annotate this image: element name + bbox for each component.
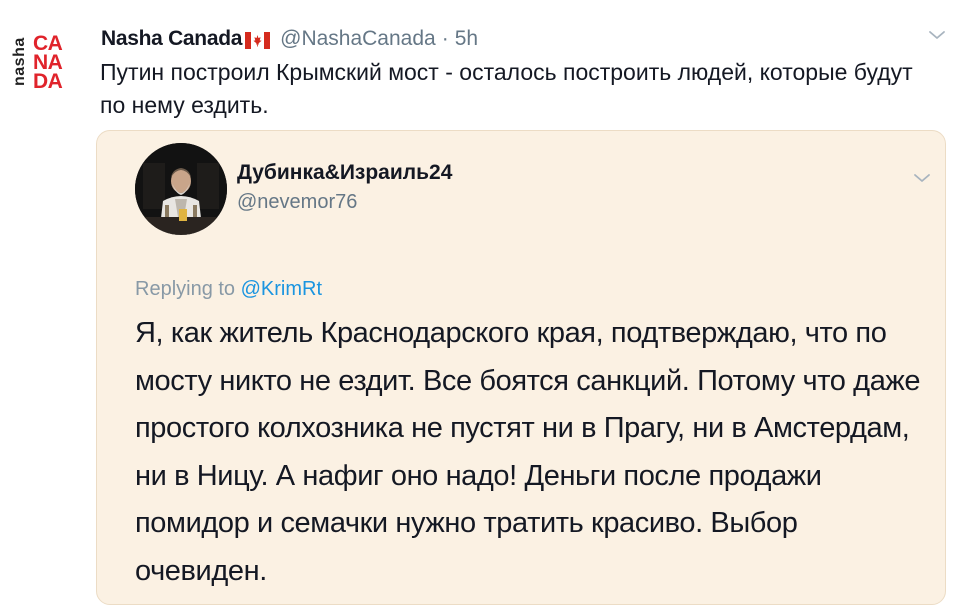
replying-to-line: Replying to @KrimRt [135, 278, 322, 301]
chevron-down-icon[interactable] [913, 171, 931, 185]
quoted-author-avatar[interactable] [135, 143, 227, 235]
replying-prefix: Replying to [135, 278, 236, 300]
logo-nasha-text: nasha [11, 37, 28, 87]
author-handle[interactable]: @NashaCanada [280, 27, 436, 51]
quoted-author-name[interactable]: Дубинка&Израиль24 [237, 161, 452, 185]
author-avatar-logo[interactable]: nasha CA NA DA [10, 30, 74, 94]
quoted-tweet-card[interactable]: Дубинка&Израиль24 @nevemor76 Replying to… [96, 130, 946, 605]
quoted-author-handle[interactable]: @nevemor76 [237, 191, 357, 214]
tweet-timestamp[interactable]: 5h [455, 27, 478, 51]
author-name[interactable]: Nasha Canada [101, 27, 242, 51]
canada-flag-icon [245, 31, 271, 49]
chevron-down-icon[interactable] [928, 28, 946, 42]
quoted-tweet-text: Я, как житель Краснодарского края, подтв… [135, 317, 921, 587]
replying-to-link[interactable]: @KrimRt [241, 278, 322, 300]
tweet-text: Путин построил Крымский мост - осталось … [100, 59, 913, 118]
separator-dot: · [441, 27, 449, 50]
tweet-header: Nasha Canada @NashaCanada · 5h [101, 26, 478, 52]
logo-canada-text: CA NA DA [33, 33, 77, 93]
logo-line-3: DA [33, 70, 63, 93]
